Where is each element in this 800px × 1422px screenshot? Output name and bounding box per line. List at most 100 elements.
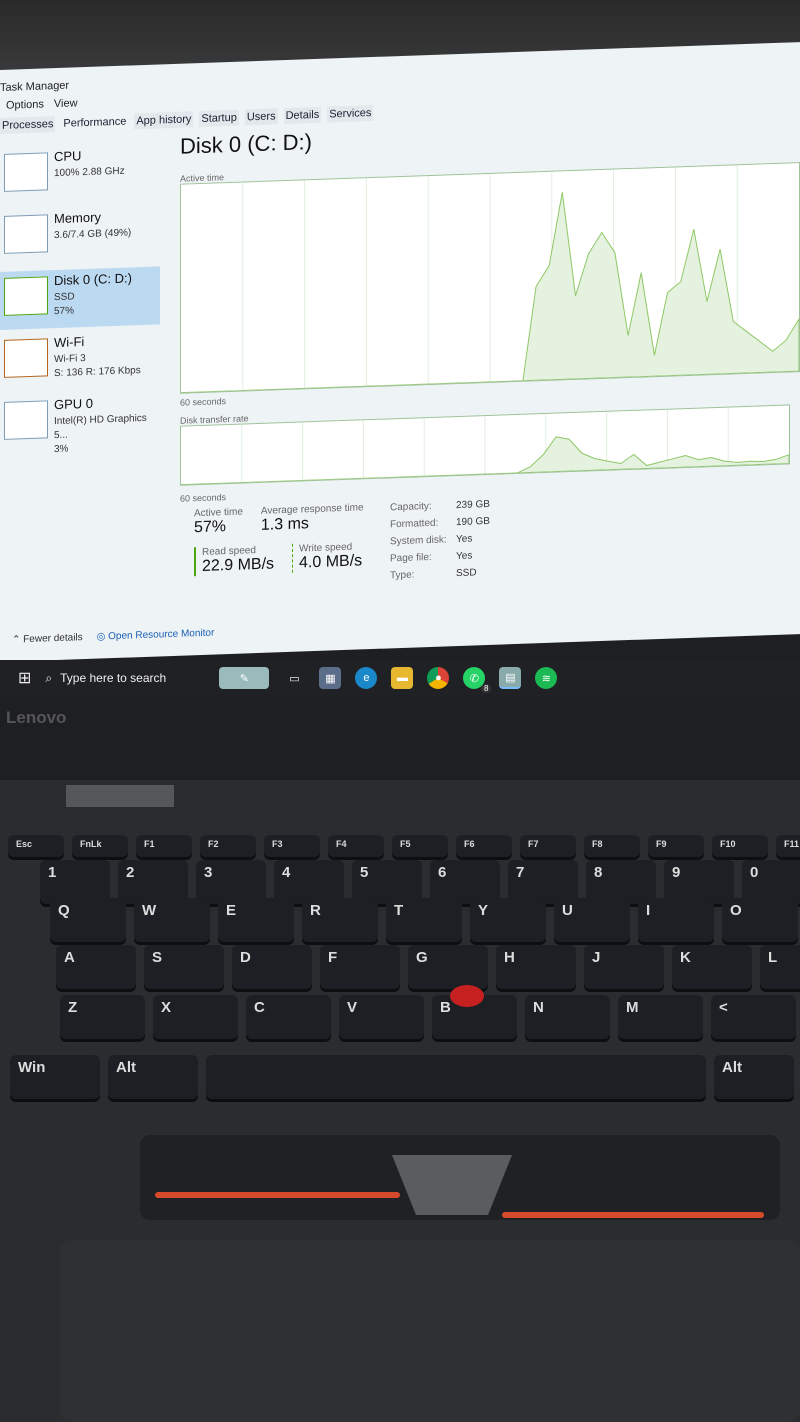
item-detail: 100% 2.88 GHz [54,165,125,180]
key[interactable]: FnLk [72,835,128,857]
key[interactable]: Alt [108,1055,198,1099]
key[interactable]: N [525,995,610,1039]
tab-processes[interactable]: Processes [0,116,56,134]
prop-value: SSD [456,567,477,580]
hinge [66,785,174,807]
tab-details[interactable]: Details [283,106,322,125]
key[interactable]: F2 [200,835,256,857]
file-explorer-icon[interactable]: ▬ [391,667,414,689]
edge-icon[interactable]: e [355,667,378,689]
task-manager-window: Task Manager Options View Processes Perf… [0,42,800,663]
key[interactable]: < [711,995,796,1039]
item-name: Disk 0 (C: D:) [54,270,132,289]
right-click-button[interactable] [502,1212,764,1218]
news-widget-icon[interactable]: ✎ [219,667,270,689]
disk-properties: Capacity: 239 GB Formatted: 190 GB System … [390,494,530,584]
whatsapp-icon[interactable]: ✆ 8 [463,667,492,693]
left-click-button[interactable] [155,1192,400,1198]
key[interactable]: F5 [392,835,448,857]
menu-view[interactable]: View [54,97,78,110]
key[interactable]: F4 [328,835,384,857]
task-manager-icon[interactable]: ▤ [499,667,522,689]
tab-startup[interactable]: Startup [199,109,239,128]
sidebar-item-disk[interactable]: Disk 0 (C: D:) SSD 57% [0,266,160,330]
tab-performance[interactable]: Performance [61,113,129,132]
key[interactable]: D [232,945,312,989]
key[interactable]: V [339,995,424,1039]
key[interactable]: Alt [714,1055,794,1099]
resource-sidebar: CPU 100% 2.88 GHz Memory 3.6/7.4 GB (49%) … [0,142,160,458]
item-detail: S: 136 R: 176 Kbps [54,365,141,380]
key[interactable]: U [554,898,630,942]
touchpad[interactable] [60,1240,800,1422]
chrome-icon[interactable]: ● [427,667,450,689]
key[interactable]: Q [50,898,126,942]
key[interactable]: O [722,898,798,942]
key[interactable]: F11 [776,835,800,857]
key[interactable]: J [584,945,664,989]
response-time-value: 1.3 ms [260,515,309,534]
key[interactable]: I [638,898,714,942]
key[interactable]: Z [60,995,145,1039]
key[interactable]: F7 [520,835,576,857]
tab-users[interactable]: Users [244,108,278,126]
key[interactable]: L [760,945,800,989]
item-detail: 57% [54,305,75,318]
active-time-graph [180,162,800,394]
task-view-icon[interactable]: ▭ [283,667,305,689]
prop-label: Type: [390,569,415,582]
spotify-icon[interactable]: ≋ [535,667,558,689]
key[interactable]: F3 [264,835,320,857]
key[interactable]: C [246,995,331,1039]
item-name: CPU [54,148,82,165]
key[interactable]: Win [10,1055,100,1099]
windows-start-icon[interactable]: ⊞ [18,668,31,688]
menu-options[interactable]: Options [6,98,44,111]
key[interactable]: F1 [136,835,192,857]
sidebar-item-wifi[interactable]: Wi-Fi Wi-Fi 3 S: 136 R: 176 Kbps [0,328,160,392]
key[interactable]: F8 [584,835,640,857]
sidebar-item-cpu[interactable]: CPU 100% 2.88 GHz [0,142,160,206]
key[interactable] [206,1055,706,1099]
key[interactable]: G [408,945,488,989]
key[interactable]: Esc [8,835,64,857]
key[interactable]: K [672,945,752,989]
key[interactable]: E [218,898,294,942]
key[interactable]: H [496,945,576,989]
key[interactable]: T [386,898,462,942]
key[interactable]: R [302,898,378,942]
key[interactable]: Y [470,898,546,942]
menu-bar: Options View [6,97,78,111]
search-icon: ⌕ [45,670,53,685]
sidebar-item-memory[interactable]: Memory 3.6/7.4 GB (49%) [0,204,160,268]
window-title: Task Manager [0,79,70,94]
sidebar-item-gpu[interactable]: GPU 0 Intel(R) HD Graphics 5... 3% [0,390,160,455]
fewer-details-button[interactable]: ⌃ Fewer details [12,632,83,645]
prop-value: 190 GB [456,515,490,529]
item-detail: Intel(R) HD Graphics 5... [54,412,147,442]
key[interactable]: W [134,898,210,942]
key[interactable]: S [144,945,224,989]
tab-app-history[interactable]: App history [134,111,194,130]
key[interactable]: A [56,945,136,989]
key[interactable]: F6 [456,835,512,857]
key-row: Z X C V B N M < [60,995,796,1039]
search-placeholder: Type here to search [60,671,167,685]
key[interactable]: F10 [712,835,768,857]
resource-monitor-label: Open Resource Monitor [108,627,215,643]
open-resource-monitor-link[interactable]: ◎ Open Resource Monitor [97,628,215,643]
taskbar-search[interactable]: ⌕ Type here to search [45,671,205,686]
trackpoint[interactable] [450,985,484,1007]
key[interactable]: F9 [648,835,704,857]
key[interactable]: M [618,995,703,1039]
key[interactable]: F [320,945,400,989]
key-row: ASDFGHJKL [56,945,800,989]
store-icon[interactable]: ▦ [319,667,342,689]
disk-stats: Active time 57% Average response time 1.3 … [194,499,490,581]
taskbar: ⊞ ⌕ Type here to search ✎ ▭ ▦ e ▬ ● ✆ 8 ▤ … [0,660,800,696]
tab-services[interactable]: Services [327,104,374,123]
fewer-details-label: Fewer details [23,632,83,646]
resource-monitor-icon: ◎ [96,631,109,643]
prop-value: 239 GB [456,498,490,512]
key[interactable]: X [153,995,238,1039]
